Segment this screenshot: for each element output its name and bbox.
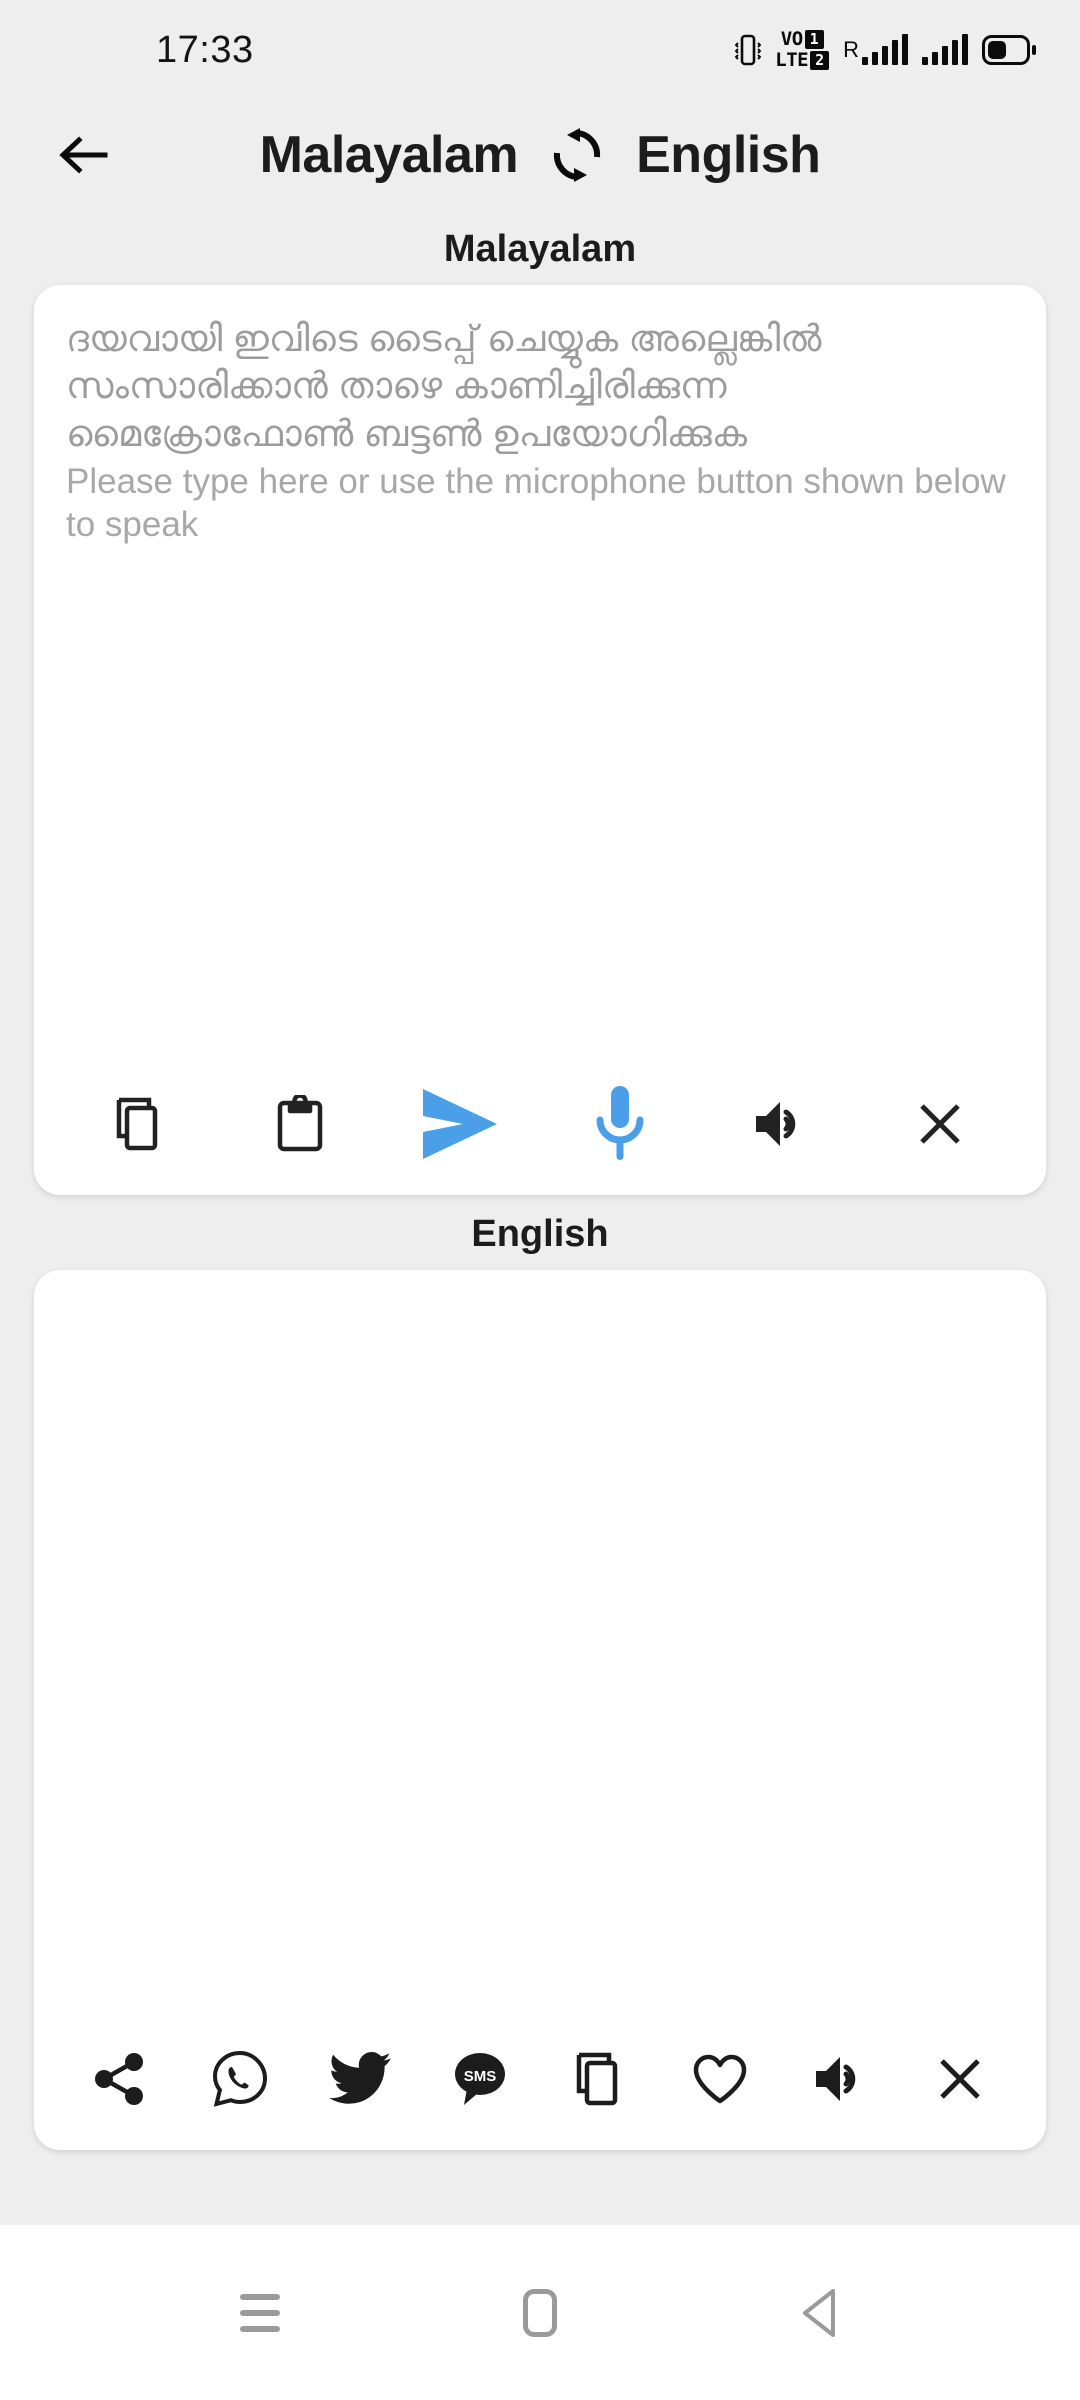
battery-icon — [982, 35, 1036, 65]
target-copy-button[interactable] — [562, 2041, 638, 2117]
arrow-left-icon — [59, 136, 108, 174]
volte-dual-sim-icon: VO 1 LTE 2 — [775, 28, 830, 71]
target-card: SMS — [34, 1270, 1046, 2150]
share-button[interactable] — [82, 2041, 158, 2117]
whatsapp-icon — [212, 2050, 268, 2107]
home-button[interactable] — [485, 2258, 595, 2368]
copy-icon — [576, 2052, 618, 2106]
signal-bars-two — [922, 34, 968, 65]
source-card: ദയവായി ഇവിടെ ടൈപ്പ് ചെയ്യുക അല്ലെങ്കിൽ സ… — [34, 285, 1046, 1195]
microphone-icon — [596, 1086, 644, 1160]
back-button[interactable] — [40, 112, 126, 198]
signal-bars-one — [862, 34, 908, 65]
favorite-button[interactable] — [682, 2041, 758, 2117]
source-language-title[interactable]: Malayalam — [260, 125, 519, 185]
app-header: Malayalam English — [0, 100, 1080, 210]
target-section-label: English — [471, 1213, 609, 1255]
source-speak-button[interactable] — [737, 1081, 823, 1167]
volte-label-bottom: LTE — [775, 49, 809, 71]
speaker-icon — [816, 2057, 856, 2101]
recents-button[interactable] — [205, 2258, 315, 2368]
microphone-button[interactable] — [577, 1081, 663, 1167]
share-icon — [95, 2053, 143, 2105]
target-language-title[interactable]: English — [636, 125, 821, 185]
sms-button[interactable]: SMS — [442, 2041, 518, 2117]
target-toolbar: SMS — [34, 2022, 1046, 2150]
swap-languages-icon — [554, 128, 601, 182]
android-navigation-bar — [0, 2225, 1080, 2400]
svg-text:SMS: SMS — [464, 2068, 497, 2085]
home-icon — [523, 2288, 557, 2337]
back-triangle-icon — [803, 2288, 835, 2337]
volte-label-top: VO — [780, 28, 803, 50]
sim-two-badge: 2 — [810, 51, 830, 70]
status-clock: 17:33 — [156, 28, 254, 71]
swap-languages-button[interactable] — [546, 124, 608, 186]
close-icon — [920, 1104, 960, 1144]
vibrate-icon — [735, 33, 762, 67]
target-clear-button[interactable] — [922, 2041, 998, 2117]
twitter-button[interactable] — [322, 2041, 398, 2117]
send-icon — [423, 1089, 497, 1159]
target-text-output[interactable] — [34, 1270, 1046, 2022]
source-clear-button[interactable] — [897, 1081, 983, 1167]
twitter-icon — [329, 2052, 391, 2104]
roaming-label: R — [843, 37, 859, 62]
source-placeholder-english: Please type here or use the microphone b… — [66, 462, 1006, 544]
nav-back-button[interactable] — [765, 2258, 875, 2368]
source-placeholder-native: ദയവായി ഇവിടെ ടൈപ്പ് ചെയ്യുക അല്ലെങ്കിൽ സ… — [66, 318, 822, 454]
copy-icon — [116, 1097, 158, 1151]
sim-one-badge: 1 — [804, 30, 824, 49]
heart-icon — [693, 2054, 747, 2104]
signal-icon — [922, 34, 968, 65]
source-section-label: Malayalam — [443, 228, 637, 270]
source-text-input[interactable]: ദയവായി ഇവിടെ ടൈപ്പ് ചെയ്യുക അല്ലെങ്കിൽ സ… — [34, 285, 1046, 1067]
recents-icon — [240, 2293, 280, 2332]
status-icon-group: VO 1 LTE 2 R — [735, 30, 1036, 70]
language-pair: Malayalam English — [126, 124, 954, 186]
translate-send-button[interactable] — [417, 1081, 503, 1167]
speaker-icon — [756, 1102, 796, 1146]
sms-icon: SMS — [455, 2053, 505, 2105]
close-icon — [940, 2059, 980, 2099]
app-screen: 17:33 VO 1 LTE 2 R Malayalam English Mal… — [0, 0, 1080, 2400]
clipboard-icon — [277, 1095, 323, 1152]
status-bar: 17:33 VO 1 LTE 2 R — [0, 0, 1080, 100]
source-paste-button[interactable] — [257, 1081, 343, 1167]
roaming-signal-icon: R — [843, 34, 908, 65]
source-copy-button[interactable] — [97, 1081, 183, 1167]
source-toolbar — [34, 1067, 1046, 1195]
whatsapp-button[interactable] — [202, 2041, 278, 2117]
target-speak-button[interactable] — [802, 2041, 878, 2117]
